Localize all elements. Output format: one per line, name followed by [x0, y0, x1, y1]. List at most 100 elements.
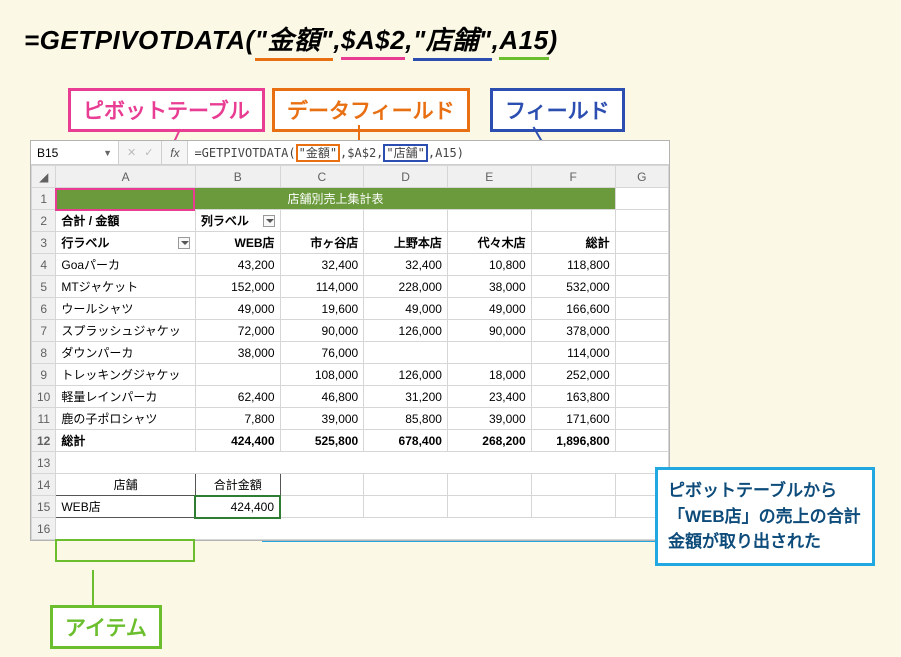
- col-header-G[interactable]: G: [615, 166, 668, 188]
- cell-product[interactable]: Goaパーカ: [56, 254, 196, 276]
- cell[interactable]: 49,000: [447, 298, 531, 320]
- row-label-filter-icon[interactable]: [178, 237, 190, 249]
- table-row: 5MTジャケット152,000114,000228,00038,000532,0…: [32, 276, 669, 298]
- fbar-datafield-highlight: "金額": [296, 144, 340, 162]
- column-label-filter-icon[interactable]: [263, 215, 275, 227]
- cell[interactable]: 62,400: [195, 386, 280, 408]
- cell[interactable]: 39,000: [447, 408, 531, 430]
- cell-B14[interactable]: 合計金額: [195, 474, 280, 496]
- row-header[interactable]: 7: [32, 320, 56, 342]
- cell-product[interactable]: ウールシャツ: [56, 298, 196, 320]
- row-header[interactable]: 10: [32, 386, 56, 408]
- cell[interactable]: [615, 298, 668, 320]
- formula-bar[interactable]: =GETPIVOTDATA("金額",$A$2,"店舗",A15): [188, 141, 669, 164]
- cell[interactable]: 72,000: [195, 320, 280, 342]
- cell[interactable]: 378,000: [531, 320, 615, 342]
- cell-A14[interactable]: 店舗: [56, 474, 196, 496]
- cell[interactable]: 85,800: [364, 408, 448, 430]
- cell[interactable]: [615, 408, 668, 430]
- cell-A3[interactable]: 行ラベル: [56, 232, 196, 254]
- cell[interactable]: [615, 320, 668, 342]
- cell[interactable]: 108,000: [280, 364, 364, 386]
- cell[interactable]: 31,200: [364, 386, 448, 408]
- cell-B3[interactable]: WEB店: [195, 232, 280, 254]
- col-header-A[interactable]: A: [56, 166, 196, 188]
- row-header[interactable]: 9: [32, 364, 56, 386]
- cell[interactable]: 90,000: [447, 320, 531, 342]
- cell[interactable]: 126,000: [364, 320, 448, 342]
- cell[interactable]: [364, 342, 448, 364]
- formula-heading: =GETPIVOTDATA("金額",$A$2,"店舗",A15): [24, 20, 558, 57]
- cell-product[interactable]: MTジャケット: [56, 276, 196, 298]
- cell[interactable]: 126,000: [364, 364, 448, 386]
- table-row: 9トレッキングジャケッ 108,000126,00018,000252,000: [32, 364, 669, 386]
- cell[interactable]: 171,600: [531, 408, 615, 430]
- cell[interactable]: [447, 342, 531, 364]
- cell[interactable]: [195, 364, 280, 386]
- cell[interactable]: 114,000: [531, 342, 615, 364]
- cell-E3[interactable]: 代々木店: [447, 232, 531, 254]
- cell[interactable]: 38,000: [447, 276, 531, 298]
- cell[interactable]: [615, 342, 668, 364]
- row-header[interactable]: 11: [32, 408, 56, 430]
- cell[interactable]: 46,800: [280, 386, 364, 408]
- cell[interactable]: 49,000: [364, 298, 448, 320]
- fx-button[interactable]: fx: [162, 141, 188, 164]
- row-header[interactable]: 5: [32, 276, 56, 298]
- spreadsheet-grid[interactable]: ◢ A B C D E F G 1 店舗別売上集計表 2 合計 / 金額 列ラベ…: [31, 165, 669, 540]
- cell[interactable]: 228,000: [364, 276, 448, 298]
- name-box-dropdown-icon[interactable]: ▼: [103, 148, 112, 158]
- cancel-icon[interactable]: ✕: [127, 146, 136, 159]
- col-header-D[interactable]: D: [364, 166, 448, 188]
- col-header-B[interactable]: B: [195, 166, 280, 188]
- row-header[interactable]: 8: [32, 342, 56, 364]
- cell-B15-active[interactable]: 424,400: [195, 496, 280, 518]
- cell[interactable]: 114,000: [280, 276, 364, 298]
- confirm-icon[interactable]: ✓: [144, 146, 153, 159]
- callout-explanation: ピボットテーブルから「WEB店」の売上の合計金額が取り出された: [655, 467, 875, 566]
- cell[interactable]: 32,400: [364, 254, 448, 276]
- cell[interactable]: 39,000: [280, 408, 364, 430]
- pivot-title[interactable]: 店舗別売上集計表: [56, 188, 615, 210]
- cell[interactable]: 118,800: [531, 254, 615, 276]
- cell-product[interactable]: 軽量レインパーカ: [56, 386, 196, 408]
- cell[interactable]: 90,000: [280, 320, 364, 342]
- cell-product[interactable]: スプラッシュジャケッ: [56, 320, 196, 342]
- cell[interactable]: 252,000: [531, 364, 615, 386]
- cell-product[interactable]: 鹿の子ポロシャツ: [56, 408, 196, 430]
- col-header-E[interactable]: E: [447, 166, 531, 188]
- excel-panel: B15 ▼ ✕ ✓ fx =GETPIVOTDATA("金額",$A$2,"店舗…: [30, 140, 670, 541]
- cell-F3[interactable]: 総計: [531, 232, 615, 254]
- cell-product[interactable]: ダウンパーカ: [56, 342, 196, 364]
- cell[interactable]: 19,600: [280, 298, 364, 320]
- cell[interactable]: [615, 254, 668, 276]
- cell[interactable]: 38,000: [195, 342, 280, 364]
- cell[interactable]: 18,000: [447, 364, 531, 386]
- cell[interactable]: 23,400: [447, 386, 531, 408]
- cell[interactable]: [615, 276, 668, 298]
- cell[interactable]: 10,800: [447, 254, 531, 276]
- cell[interactable]: 532,000: [531, 276, 615, 298]
- cell[interactable]: 7,800: [195, 408, 280, 430]
- name-box[interactable]: B15 ▼: [31, 141, 119, 164]
- cell[interactable]: 49,000: [195, 298, 280, 320]
- cell-C3[interactable]: 市ヶ谷店: [280, 232, 364, 254]
- cell[interactable]: 43,200: [195, 254, 280, 276]
- cell-D3[interactable]: 上野本店: [364, 232, 448, 254]
- cell-product[interactable]: トレッキングジャケッ: [56, 364, 196, 386]
- cell-A2[interactable]: 合計 / 金額: [56, 210, 196, 232]
- cell[interactable]: [615, 364, 668, 386]
- cell[interactable]: 76,000: [280, 342, 364, 364]
- col-header-C[interactable]: C: [280, 166, 364, 188]
- select-all-corner[interactable]: ◢: [32, 166, 56, 188]
- cell[interactable]: [615, 386, 668, 408]
- cell[interactable]: 152,000: [195, 276, 280, 298]
- row-header[interactable]: 6: [32, 298, 56, 320]
- cell[interactable]: 166,600: [531, 298, 615, 320]
- cell-B2[interactable]: 列ラベル: [195, 210, 280, 232]
- cell[interactable]: 163,800: [531, 386, 615, 408]
- cell[interactable]: 32,400: [280, 254, 364, 276]
- row-header[interactable]: 4: [32, 254, 56, 276]
- col-header-F[interactable]: F: [531, 166, 615, 188]
- cell-A15[interactable]: WEB店: [56, 496, 196, 518]
